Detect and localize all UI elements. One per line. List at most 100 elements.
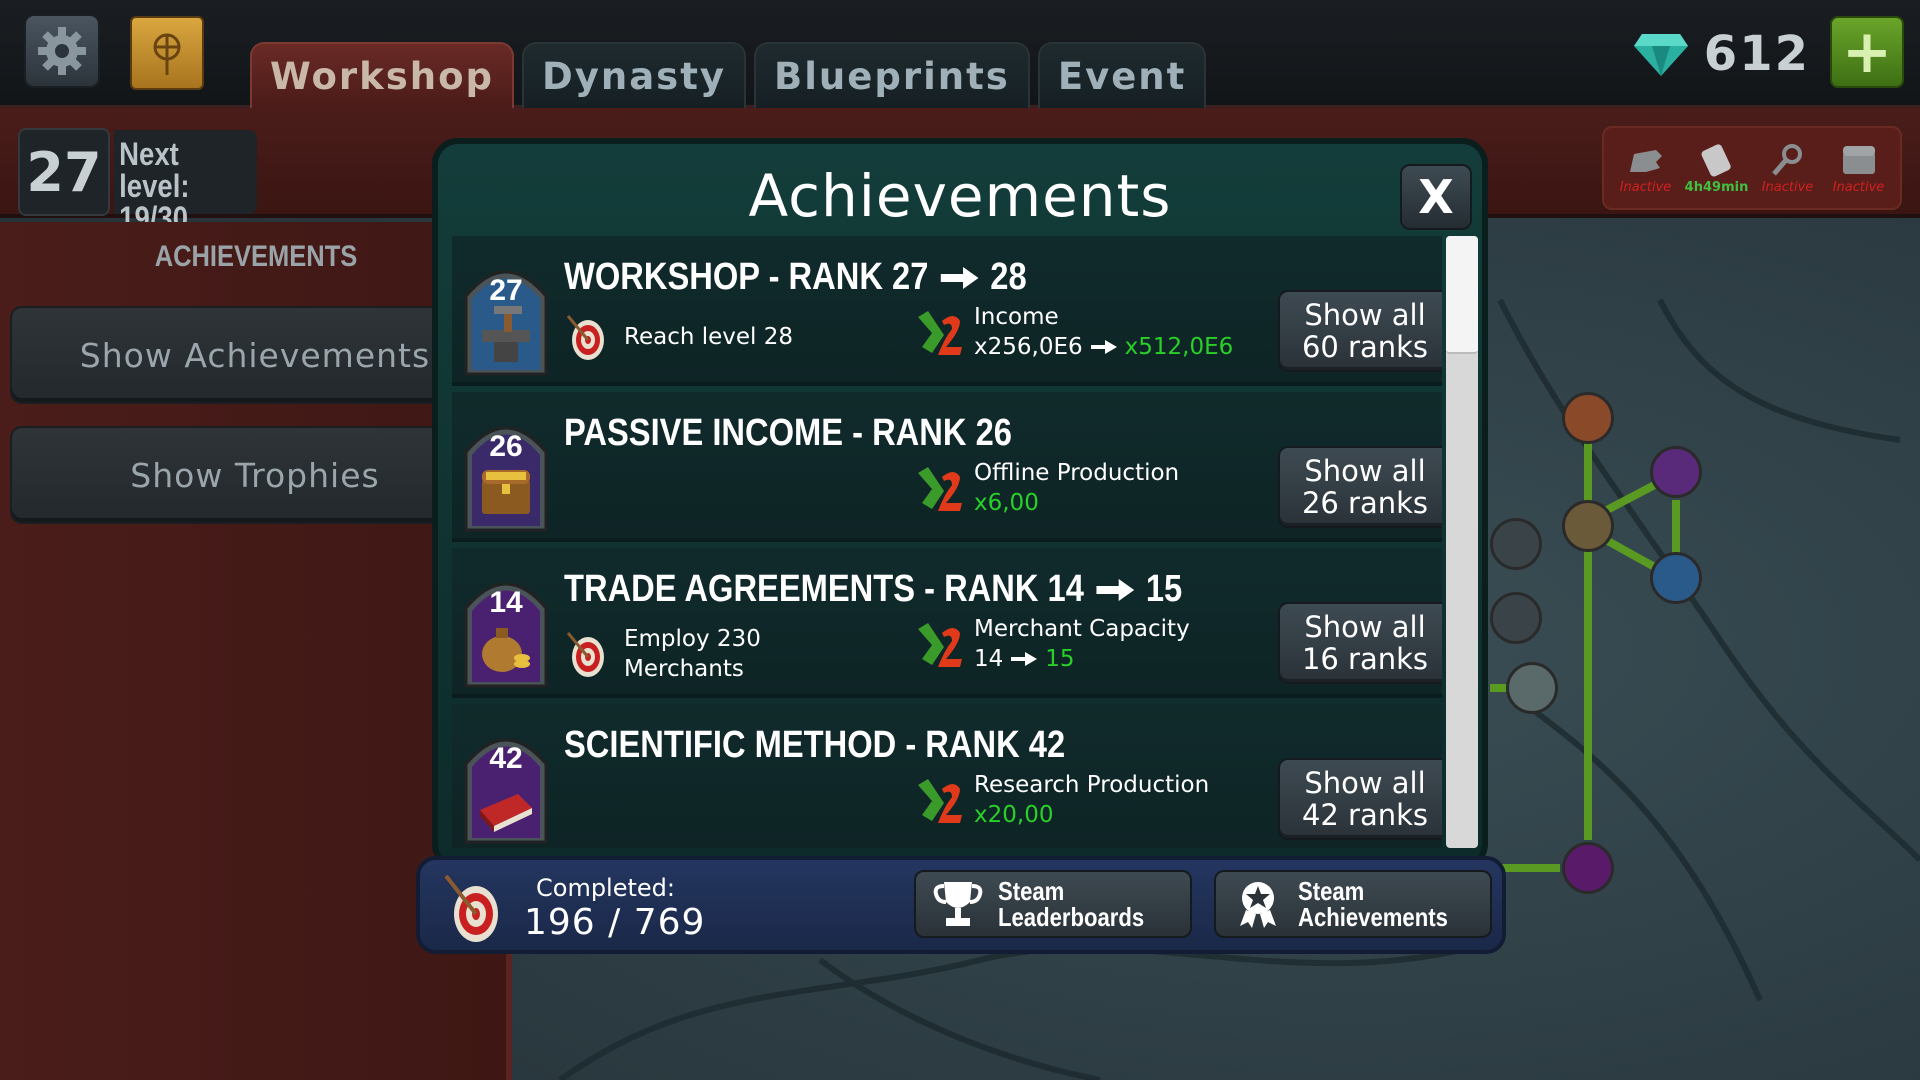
gear-icon — [38, 27, 86, 75]
reward-text: Merchant Capacity 14 15 — [974, 614, 1190, 674]
steam-achievements-button[interactable]: Steam Achievements — [1214, 870, 1492, 938]
achievement-reward: Offline Production x6,00 — [914, 458, 1179, 518]
magnifier-icon — [1771, 143, 1802, 176]
tree-node-shadow-2[interactable] — [1490, 592, 1542, 644]
scroll-icon — [1701, 143, 1731, 176]
achievement-row: 27 WORKSHOP - RANK 27 28 Reach level 28 … — [452, 236, 1442, 386]
target-icon — [566, 632, 604, 677]
rank-number: 27 — [489, 274, 523, 307]
show-all-ranks-button[interactable]: Show all 26 ranks — [1278, 446, 1442, 528]
achievement-list[interactable]: 27 WORKSHOP - RANK 27 28 Reach level 28 … — [452, 236, 1442, 848]
show-achievements-button[interactable]: Show Achievements — [10, 306, 500, 404]
next-rank: 15 — [1145, 568, 1183, 610]
reward-to: x512,0E6 — [1124, 334, 1234, 360]
achievement-title: SCIENTIFIC METHOD - RANK 42 — [564, 724, 1065, 767]
rank-count-label: 42 ranks — [1301, 798, 1429, 832]
reward-to: x6,00 — [974, 490, 1039, 516]
requirement-line: Reach level 28 — [624, 324, 793, 350]
achievement-title: WORKSHOP - RANK 27 28 — [564, 256, 1027, 299]
tab-event[interactable]: Event — [1037, 42, 1207, 108]
arrow-right-icon — [1090, 340, 1117, 354]
show-all-ranks-button[interactable]: Show all 16 ranks — [1278, 602, 1442, 684]
gem-count: 612 — [1703, 26, 1810, 82]
achievement-title: TRADE AGREEMENTS - RANK 14 15 — [564, 568, 1182, 611]
tab-workshop[interactable]: Workshop — [250, 42, 515, 108]
multiplier-x2-icon — [918, 623, 962, 667]
hand-icon — [1629, 149, 1662, 172]
tree-node-book[interactable] — [1506, 662, 1558, 714]
rank-count-label: 16 ranks — [1301, 642, 1429, 676]
close-icon: X — [1418, 170, 1454, 224]
achievement-row: 14 TRADE AGREEMENTS - RANK 14 15 Employ … — [452, 548, 1442, 698]
achievement-title-text: WORKSHOP - RANK 27 — [564, 256, 929, 298]
achievement-row: 26 PASSIVE INCOME - RANK 26 Offline Prod… — [452, 392, 1442, 542]
rank-shield-icon — [464, 582, 548, 688]
boost-scroll[interactable]: 4h49min — [1684, 142, 1750, 195]
compass-icon — [153, 33, 181, 75]
plus-icon: + — [1841, 17, 1893, 87]
achievement-reward: Research Production x20,00 — [914, 770, 1209, 830]
rank-shield-icon — [464, 270, 548, 376]
next-rank: 28 — [990, 256, 1027, 298]
completed-label: Completed: — [536, 874, 675, 902]
target-icon — [444, 874, 498, 942]
steam-achievements-line-1: Steam — [1298, 876, 1365, 906]
rank-shield-icon — [464, 426, 548, 532]
reward-to: x20,00 — [974, 802, 1054, 828]
reward-label: Merchant Capacity — [974, 616, 1190, 642]
tab-blueprints[interactable]: Blueprints — [754, 42, 1030, 108]
medal-icon — [1240, 882, 1276, 928]
steam-leaderboards-label: Steam Leaderboards — [998, 878, 1144, 930]
show-all-label: Show all — [1304, 454, 1426, 488]
show-all-ranks-button[interactable]: Show all 60 ranks — [1278, 290, 1442, 372]
tree-node-log[interactable] — [1562, 500, 1614, 552]
tree-node-feather[interactable] — [1650, 446, 1702, 498]
achievement-title-text: PASSIVE INCOME - RANK 26 — [564, 412, 1012, 454]
requirement-text: Employ 230 Merchants — [624, 624, 761, 684]
rank-badge: 27 — [460, 254, 552, 378]
steam-leaderboards-button[interactable]: Steam Leaderboards — [914, 870, 1192, 938]
tree-node-scroll[interactable] — [1562, 392, 1614, 444]
rank-badge: 42 — [460, 722, 552, 846]
achievement-reward: Merchant Capacity 14 15 — [914, 614, 1190, 674]
boost-hand-status: Inactive — [1619, 179, 1672, 195]
rank-number: 26 — [489, 430, 523, 463]
reward-label: Income — [974, 304, 1059, 330]
tab-dynasty[interactable]: Dynasty — [522, 42, 747, 108]
reward-to: 15 — [1045, 646, 1075, 672]
boost-magnifier[interactable]: Inactive — [1755, 142, 1821, 195]
buy-gems-button[interactable]: + — [1830, 16, 1904, 88]
trophy-icon — [933, 882, 983, 926]
skill-map-button[interactable] — [130, 16, 204, 90]
boost-hand[interactable]: Inactive — [1613, 142, 1679, 195]
reward-label: Offline Production — [974, 460, 1180, 486]
tree-node-shadow-1[interactable] — [1490, 518, 1542, 570]
treasure-chest-icon — [482, 470, 530, 514]
requirement-text: Reach level 28 — [624, 322, 793, 352]
achievement-title-text: SCIENTIFIC METHOD - RANK 42 — [564, 724, 1066, 766]
arrow-right-icon — [940, 266, 979, 289]
scrollbar-thumb[interactable] — [1446, 236, 1478, 354]
dialog-title: Achievements — [748, 162, 1172, 230]
boost-chest-status: Inactive — [1832, 179, 1885, 195]
completed-count: 196 / 769 — [524, 902, 706, 943]
achievements-footer: Completed: 196 / 769 Steam Leaderboards … — [416, 856, 1506, 954]
reward-label: Research Production — [974, 772, 1210, 798]
achievement-requirement: Reach level 28 — [564, 312, 793, 362]
rank-badge: 26 — [460, 410, 552, 534]
diamond-icon — [1633, 34, 1688, 76]
settings-button[interactable] — [24, 14, 100, 88]
player-level: 27 — [18, 128, 110, 216]
close-button[interactable]: X — [1400, 164, 1472, 230]
show-trophies-button[interactable]: Show Trophies — [10, 426, 500, 524]
achievement-reward: Income x256,0E6 x512,0E6 — [914, 302, 1233, 362]
tree-node-quill[interactable] — [1650, 552, 1702, 604]
steam-achievements-line-2: Achievements — [1298, 902, 1448, 932]
arrow-right-icon — [1011, 652, 1038, 666]
rank-number: 42 — [489, 742, 523, 775]
chest-icon — [1842, 145, 1875, 174]
tree-node-purple[interactable] — [1562, 842, 1614, 894]
boost-chest[interactable]: Inactive — [1826, 142, 1892, 195]
reward-from: x256,0E6 — [974, 334, 1083, 360]
show-all-ranks-button[interactable]: Show all 42 ranks — [1278, 758, 1442, 840]
